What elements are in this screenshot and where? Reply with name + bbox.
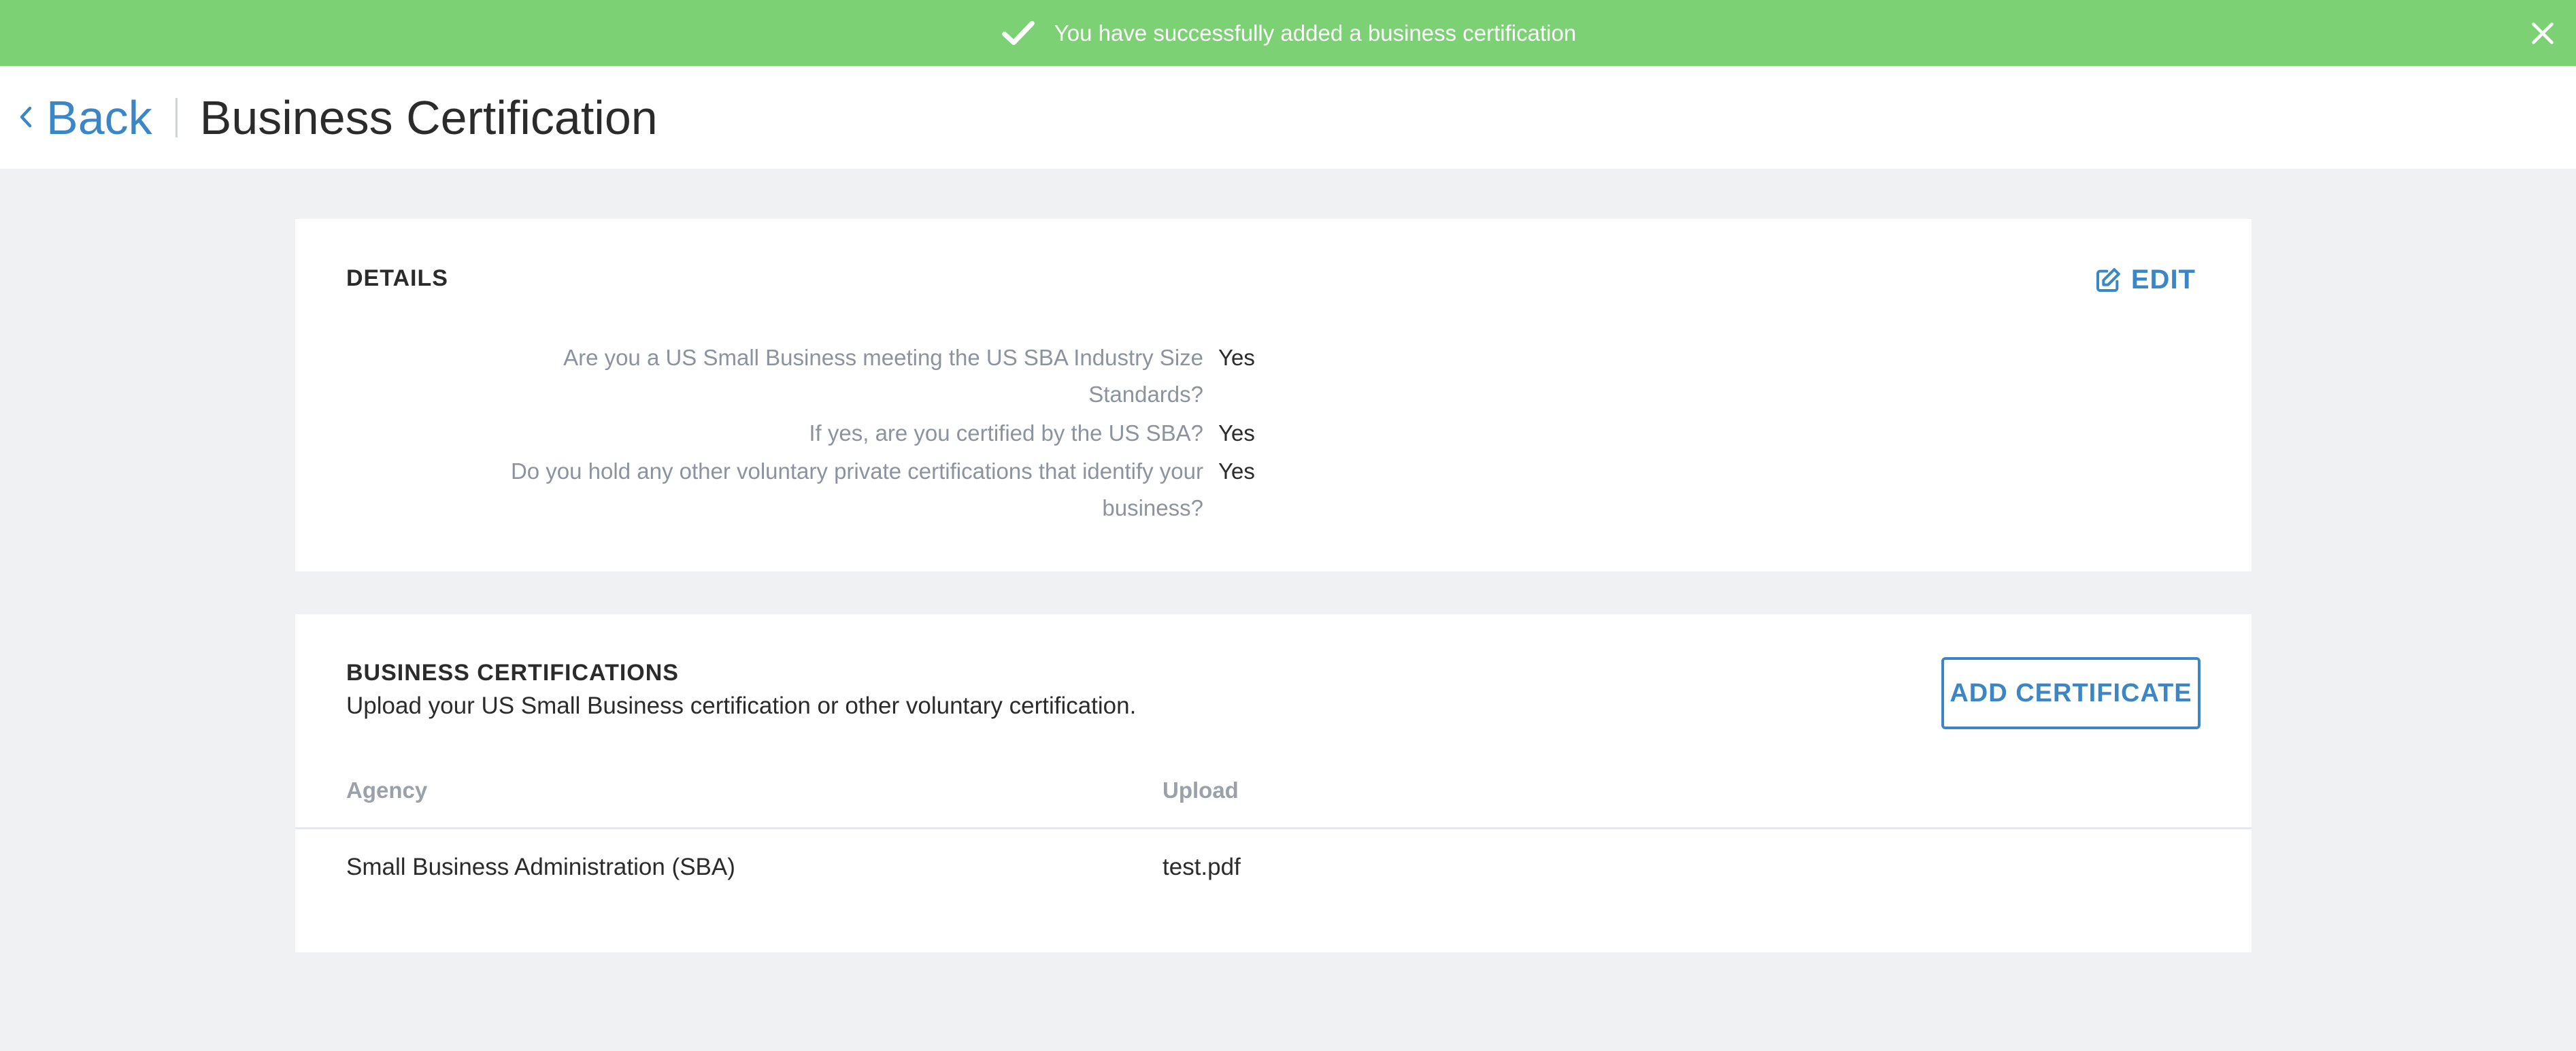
add-certificate-button[interactable]: ADD CERTIFICATE [1941, 657, 2201, 729]
detail-question: If yes, are you certified by the US SBA? [809, 420, 1203, 446]
detail-question: Do you hold any other voluntary private … [510, 458, 1203, 520]
close-banner-button[interactable] [2526, 16, 2560, 50]
certifications-card: BUSINESS CERTIFICATIONS Upload your US S… [295, 614, 2252, 952]
header-divider [175, 97, 178, 137]
details-card: DETAILS EDIT Are you a US Small Business… [295, 219, 2252, 571]
certifications-title: BUSINESS CERTIFICATIONS [346, 660, 679, 686]
detail-answer: Yes [1218, 420, 1255, 446]
edit-label: EDIT [2130, 265, 2196, 295]
table-divider [295, 827, 2252, 829]
column-header-upload: Upload [1162, 778, 1239, 803]
edit-button[interactable]: EDIT [2094, 265, 2196, 295]
detail-question: Are you a US Small Business meeting the … [563, 345, 1203, 407]
agency-cell: Small Business Administration (SBA) [346, 854, 735, 880]
banner-message: You have successfully added a business c… [1054, 20, 1577, 46]
check-icon [1001, 20, 1035, 45]
close-icon [2532, 22, 2554, 44]
column-header-agency: Agency [346, 778, 428, 803]
page-title: Business Certification [199, 90, 658, 144]
upload-file-link[interactable]: test.pdf [1162, 854, 1241, 881]
page-header: Back Business Certification [0, 66, 2576, 169]
details-title: DETAILS [346, 265, 448, 291]
edit-icon [2096, 267, 2120, 292]
chevron-left-icon [18, 102, 33, 136]
back-button[interactable]: Back [18, 90, 152, 145]
detail-answer: Yes [1218, 458, 1255, 484]
certifications-subtitle: Upload your US Small Business certificat… [346, 693, 1137, 719]
success-banner: You have successfully added a business c… [0, 0, 2576, 66]
back-label: Back [46, 90, 152, 144]
detail-answer: Yes [1218, 345, 1255, 370]
